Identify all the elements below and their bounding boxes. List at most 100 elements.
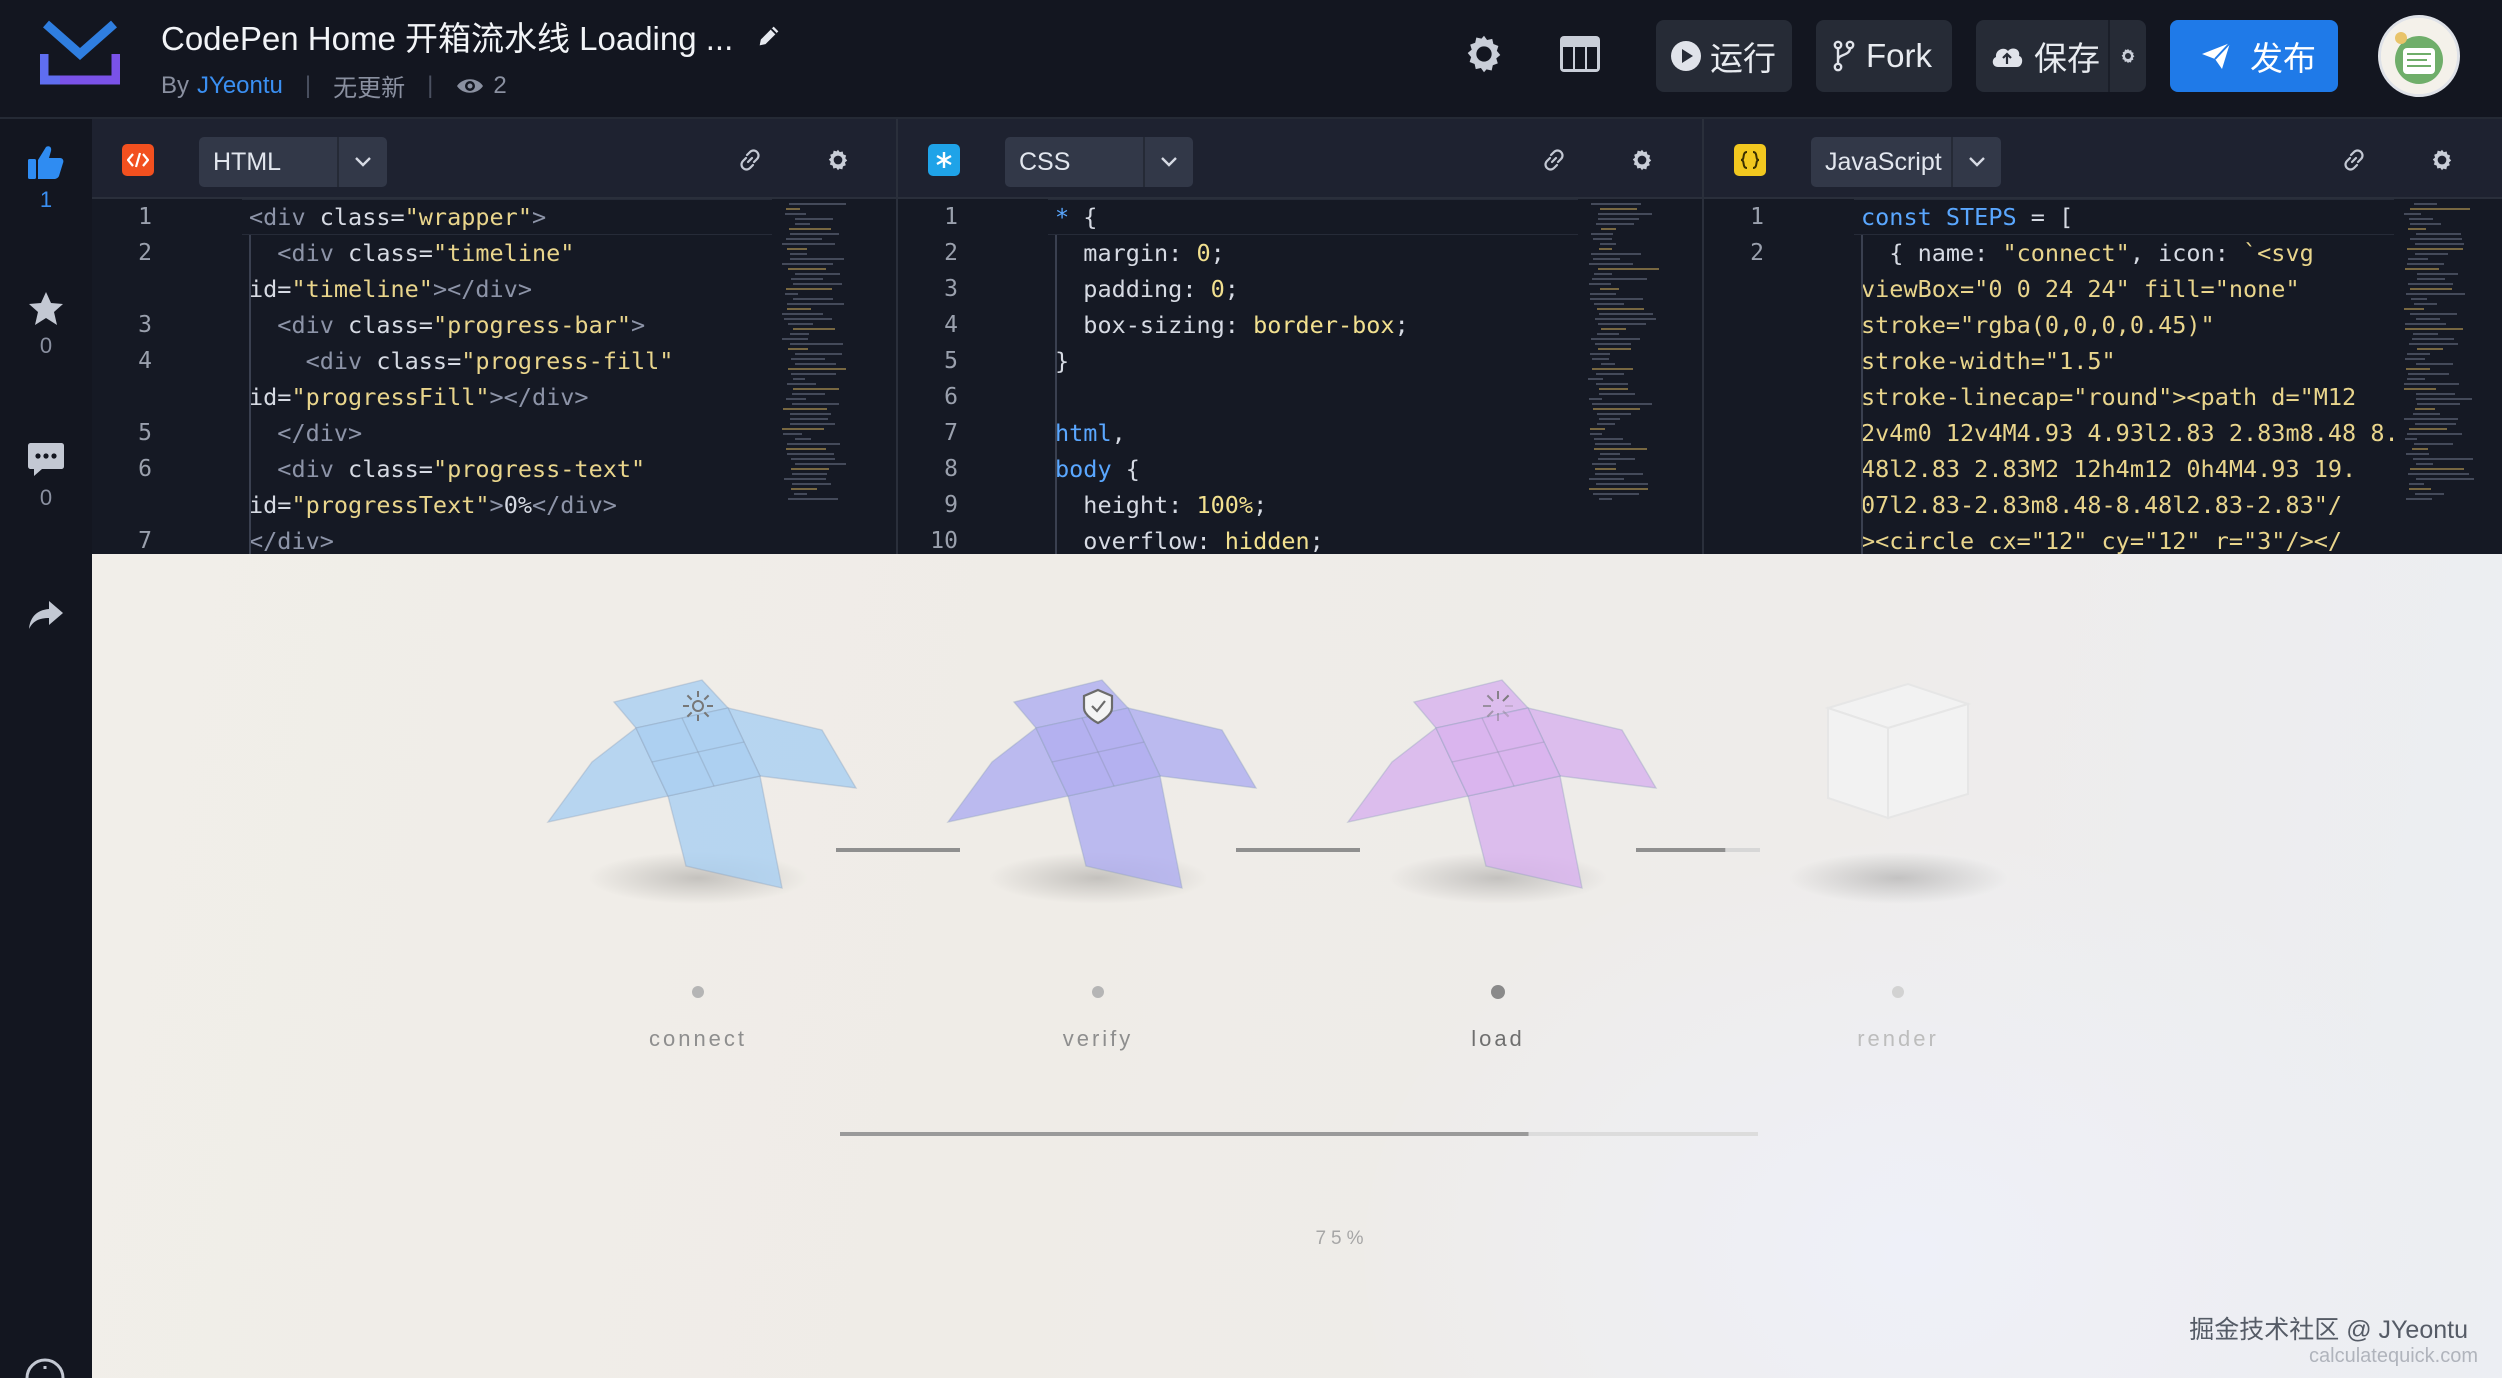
line-number: 2 bbox=[138, 240, 152, 266]
author-link[interactable]: JYeontu bbox=[197, 72, 283, 100]
pen-title[interactable]: CodePen Home 开箱流水线 Loading ... bbox=[161, 12, 733, 60]
line-number: 5 bbox=[138, 420, 152, 446]
code-line: box-sizing: border-box; bbox=[1055, 311, 1409, 339]
indent-guide bbox=[249, 235, 251, 554]
code-line: </div> bbox=[249, 527, 334, 554]
link-icon[interactable] bbox=[736, 146, 764, 174]
code-line: id="progressText">0%</div> bbox=[249, 491, 617, 519]
js-pane: JavaScript 1 2 const STEPS = [ { name: "co… bbox=[1704, 119, 2502, 554]
code-line: stroke="rgba(0,0,0,0.45)" bbox=[1861, 311, 2215, 339]
link-icon[interactable] bbox=[1540, 146, 1568, 174]
by-label: By bbox=[161, 71, 190, 99]
chevron-down-icon bbox=[1143, 137, 1193, 187]
code-line: { name: "connect", icon: `<svg bbox=[1861, 239, 2314, 267]
code-line: id="progressFill"></div> bbox=[249, 383, 589, 411]
box-shadow bbox=[1788, 852, 2008, 904]
publish-button[interactable]: 发布 bbox=[2170, 20, 2338, 92]
html-code-editor[interactable]: 1 2 3 4 5 6 7 <div class="wrapper"> <div class=… bbox=[92, 199, 896, 554]
save-options-button[interactable] bbox=[2114, 42, 2142, 70]
publish-label: 发布 bbox=[2250, 40, 2316, 77]
line-number: 7 bbox=[944, 420, 958, 446]
info-icon[interactable] bbox=[24, 1357, 66, 1378]
minimap[interactable] bbox=[2404, 199, 2474, 554]
html-pane: HTML 1 2 3 4 5 6 7 <div class="wrapper"> <div c… bbox=[92, 119, 898, 554]
settings-button[interactable] bbox=[1458, 28, 1510, 80]
code-line: body { bbox=[1055, 455, 1140, 483]
line-gutter: 1 2 3 4 5 6 7 8 9 10 bbox=[898, 199, 1048, 554]
logo-icon[interactable] bbox=[40, 20, 120, 88]
code-line: stroke-linecap="round"><path d="M12 bbox=[1861, 383, 2357, 411]
gear-icon[interactable] bbox=[2428, 146, 2456, 174]
save-split-divider bbox=[2108, 20, 2110, 92]
star-button[interactable]: 0 bbox=[0, 291, 92, 359]
code-line: 48l2.83 2.83M2 12h4m12 0h4M4.93 19. bbox=[1861, 455, 2357, 483]
line-gutter: 1 2 3 4 5 6 7 bbox=[92, 199, 242, 554]
codepen-app: CodePen Home 开箱流水线 Loading ... By JYeont… bbox=[0, 0, 2502, 1378]
avatar[interactable] bbox=[2378, 15, 2460, 97]
js-language-select[interactable]: JavaScript bbox=[1811, 137, 2001, 187]
css-code-editor[interactable]: 1 2 3 4 5 6 7 8 9 10 * { margin: 0; padding: 0; bo… bbox=[898, 199, 1702, 554]
code-line: * { bbox=[1055, 203, 1098, 231]
star-icon bbox=[29, 292, 63, 325]
css-pane: CSS 1 2 3 4 5 6 7 8 9 10 * { margin: 0; padding: 0… bbox=[898, 119, 1704, 554]
fork-icon bbox=[1833, 40, 1855, 72]
code-line: <div class="progress-bar"> bbox=[277, 311, 646, 339]
line-number: 6 bbox=[944, 384, 958, 410]
code-line: overflow: hidden; bbox=[1055, 527, 1324, 554]
html-language-select[interactable]: HTML bbox=[199, 137, 387, 187]
code-line: <div class="progress-text" bbox=[277, 455, 646, 483]
chevron-down-icon bbox=[337, 137, 387, 187]
link-icon[interactable] bbox=[2340, 146, 2368, 174]
gear-icon bbox=[2121, 48, 2135, 64]
left-rail: 1 0 0 bbox=[0, 119, 92, 1378]
gear-icon[interactable] bbox=[1628, 146, 1656, 174]
line-number: 4 bbox=[138, 348, 152, 374]
html-pane-header: HTML bbox=[92, 119, 896, 199]
cloud-upload-icon bbox=[1992, 48, 2023, 67]
css-language-select[interactable]: CSS bbox=[1005, 137, 1193, 187]
code-line: </div> bbox=[277, 419, 363, 447]
step-label: load bbox=[1471, 1026, 1525, 1051]
watermark: 掘金技术社区 @ JYeontu bbox=[2189, 1316, 2468, 1344]
fork-button[interactable]: Fork bbox=[1816, 20, 1952, 92]
line-number: 6 bbox=[138, 456, 152, 482]
meta-divider: | bbox=[304, 71, 312, 99]
code-line: <div class="progress-fill" bbox=[305, 347, 674, 375]
line-number: 5 bbox=[944, 348, 958, 374]
header: CodePen Home 开箱流水线 Loading ... By JYeont… bbox=[0, 0, 2502, 119]
title-block: CodePen Home 开箱流水线 Loading ... By JYeont… bbox=[161, 14, 783, 103]
line-gutter: 12 bbox=[1704, 199, 1854, 554]
line-number: 1 bbox=[944, 204, 958, 230]
share-icon bbox=[29, 601, 63, 629]
share-button[interactable] bbox=[0, 599, 92, 631]
code-line: 07l2.83-2.83m8.48-8.48l2.83-2.83"/ bbox=[1861, 491, 2343, 519]
minimap[interactable] bbox=[782, 199, 852, 554]
line-number: 10 bbox=[930, 528, 958, 554]
code-line: <div class="timeline" bbox=[277, 239, 575, 267]
code-line: 2v4m0 12v4M4.93 4.93l2.83 2.83m8.48 8. bbox=[1861, 419, 2399, 447]
css-pane-header: CSS bbox=[898, 119, 1702, 199]
js-code-editor[interactable]: 1 2 const STEPS = [ { name: "connect", ico… bbox=[1704, 199, 2502, 554]
css-icon bbox=[928, 144, 960, 176]
avatar-image bbox=[2381, 18, 2457, 94]
run-button[interactable]: 运行 bbox=[1656, 20, 1792, 92]
js-pane-header: JavaScript bbox=[1704, 119, 2502, 199]
indent-guide bbox=[1055, 235, 1057, 554]
active-line-highlight bbox=[1048, 199, 1578, 235]
step-dot bbox=[1092, 986, 1104, 998]
save-button[interactable]: 保存 bbox=[1976, 20, 2146, 92]
chevron-down-icon bbox=[1951, 137, 2001, 187]
css-language-label: CSS bbox=[1019, 147, 1071, 176]
comment-button[interactable]: 0 bbox=[0, 441, 92, 511]
code-line: stroke-width="1.5" bbox=[1861, 347, 2116, 375]
star-count: 0 bbox=[39, 333, 53, 358]
layout-button[interactable] bbox=[1554, 28, 1606, 80]
minimap[interactable] bbox=[1588, 199, 1659, 554]
fork-label: Fork bbox=[1866, 37, 1932, 74]
gear-icon[interactable] bbox=[824, 146, 852, 174]
eye-icon bbox=[457, 78, 484, 93]
pencil-icon[interactable] bbox=[755, 22, 783, 50]
comment-count: 0 bbox=[39, 485, 53, 510]
like-button[interactable]: 1 bbox=[0, 143, 92, 213]
meta-divider: | bbox=[427, 71, 434, 99]
